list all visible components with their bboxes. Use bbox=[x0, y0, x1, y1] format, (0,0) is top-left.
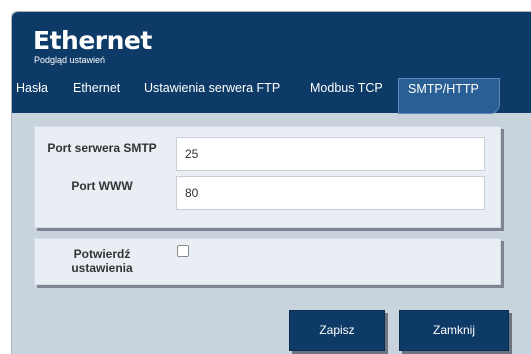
content-area: Port serwera SMTP Port WWW Potwierdź ust… bbox=[34, 114, 531, 354]
smtp-port-label: Port serwera SMTP bbox=[47, 141, 157, 155]
tab-bar: Hasła Ethernet Ustawienia serwera FTP Mo… bbox=[12, 78, 531, 114]
close-button[interactable]: Zamknij bbox=[399, 310, 509, 351]
confirm-panel: Potwierdź ustawienia bbox=[34, 238, 501, 285]
tab-hasla[interactable]: Hasła bbox=[16, 78, 48, 113]
settings-window: Ethernet Podgląd ustawień Hasła Ethernet… bbox=[11, 11, 531, 354]
ports-panel: Port serwera SMTP Port WWW bbox=[34, 126, 501, 228]
confirm-settings-checkbox[interactable] bbox=[177, 245, 189, 257]
window-subtitle: Podgląd ustawień bbox=[34, 55, 106, 65]
tab-ftp-server-settings[interactable]: Ustawienia serwera FTP bbox=[144, 78, 280, 113]
window-title: Ethernet bbox=[33, 26, 152, 55]
tab-ethernet[interactable]: Ethernet bbox=[73, 78, 120, 113]
tab-smtp-http[interactable]: SMTP/HTTP bbox=[398, 78, 500, 114]
smtp-port-input[interactable] bbox=[176, 137, 485, 171]
save-button[interactable]: Zapisz bbox=[289, 310, 385, 351]
tab-modbus-tcp[interactable]: Modbus TCP bbox=[310, 78, 383, 113]
www-port-label: Port WWW bbox=[71, 179, 133, 193]
www-port-input[interactable] bbox=[176, 176, 485, 210]
window-header: Ethernet Podgląd ustawień bbox=[12, 12, 531, 78]
confirm-settings-label: Potwierdź ustawienia bbox=[71, 247, 133, 275]
